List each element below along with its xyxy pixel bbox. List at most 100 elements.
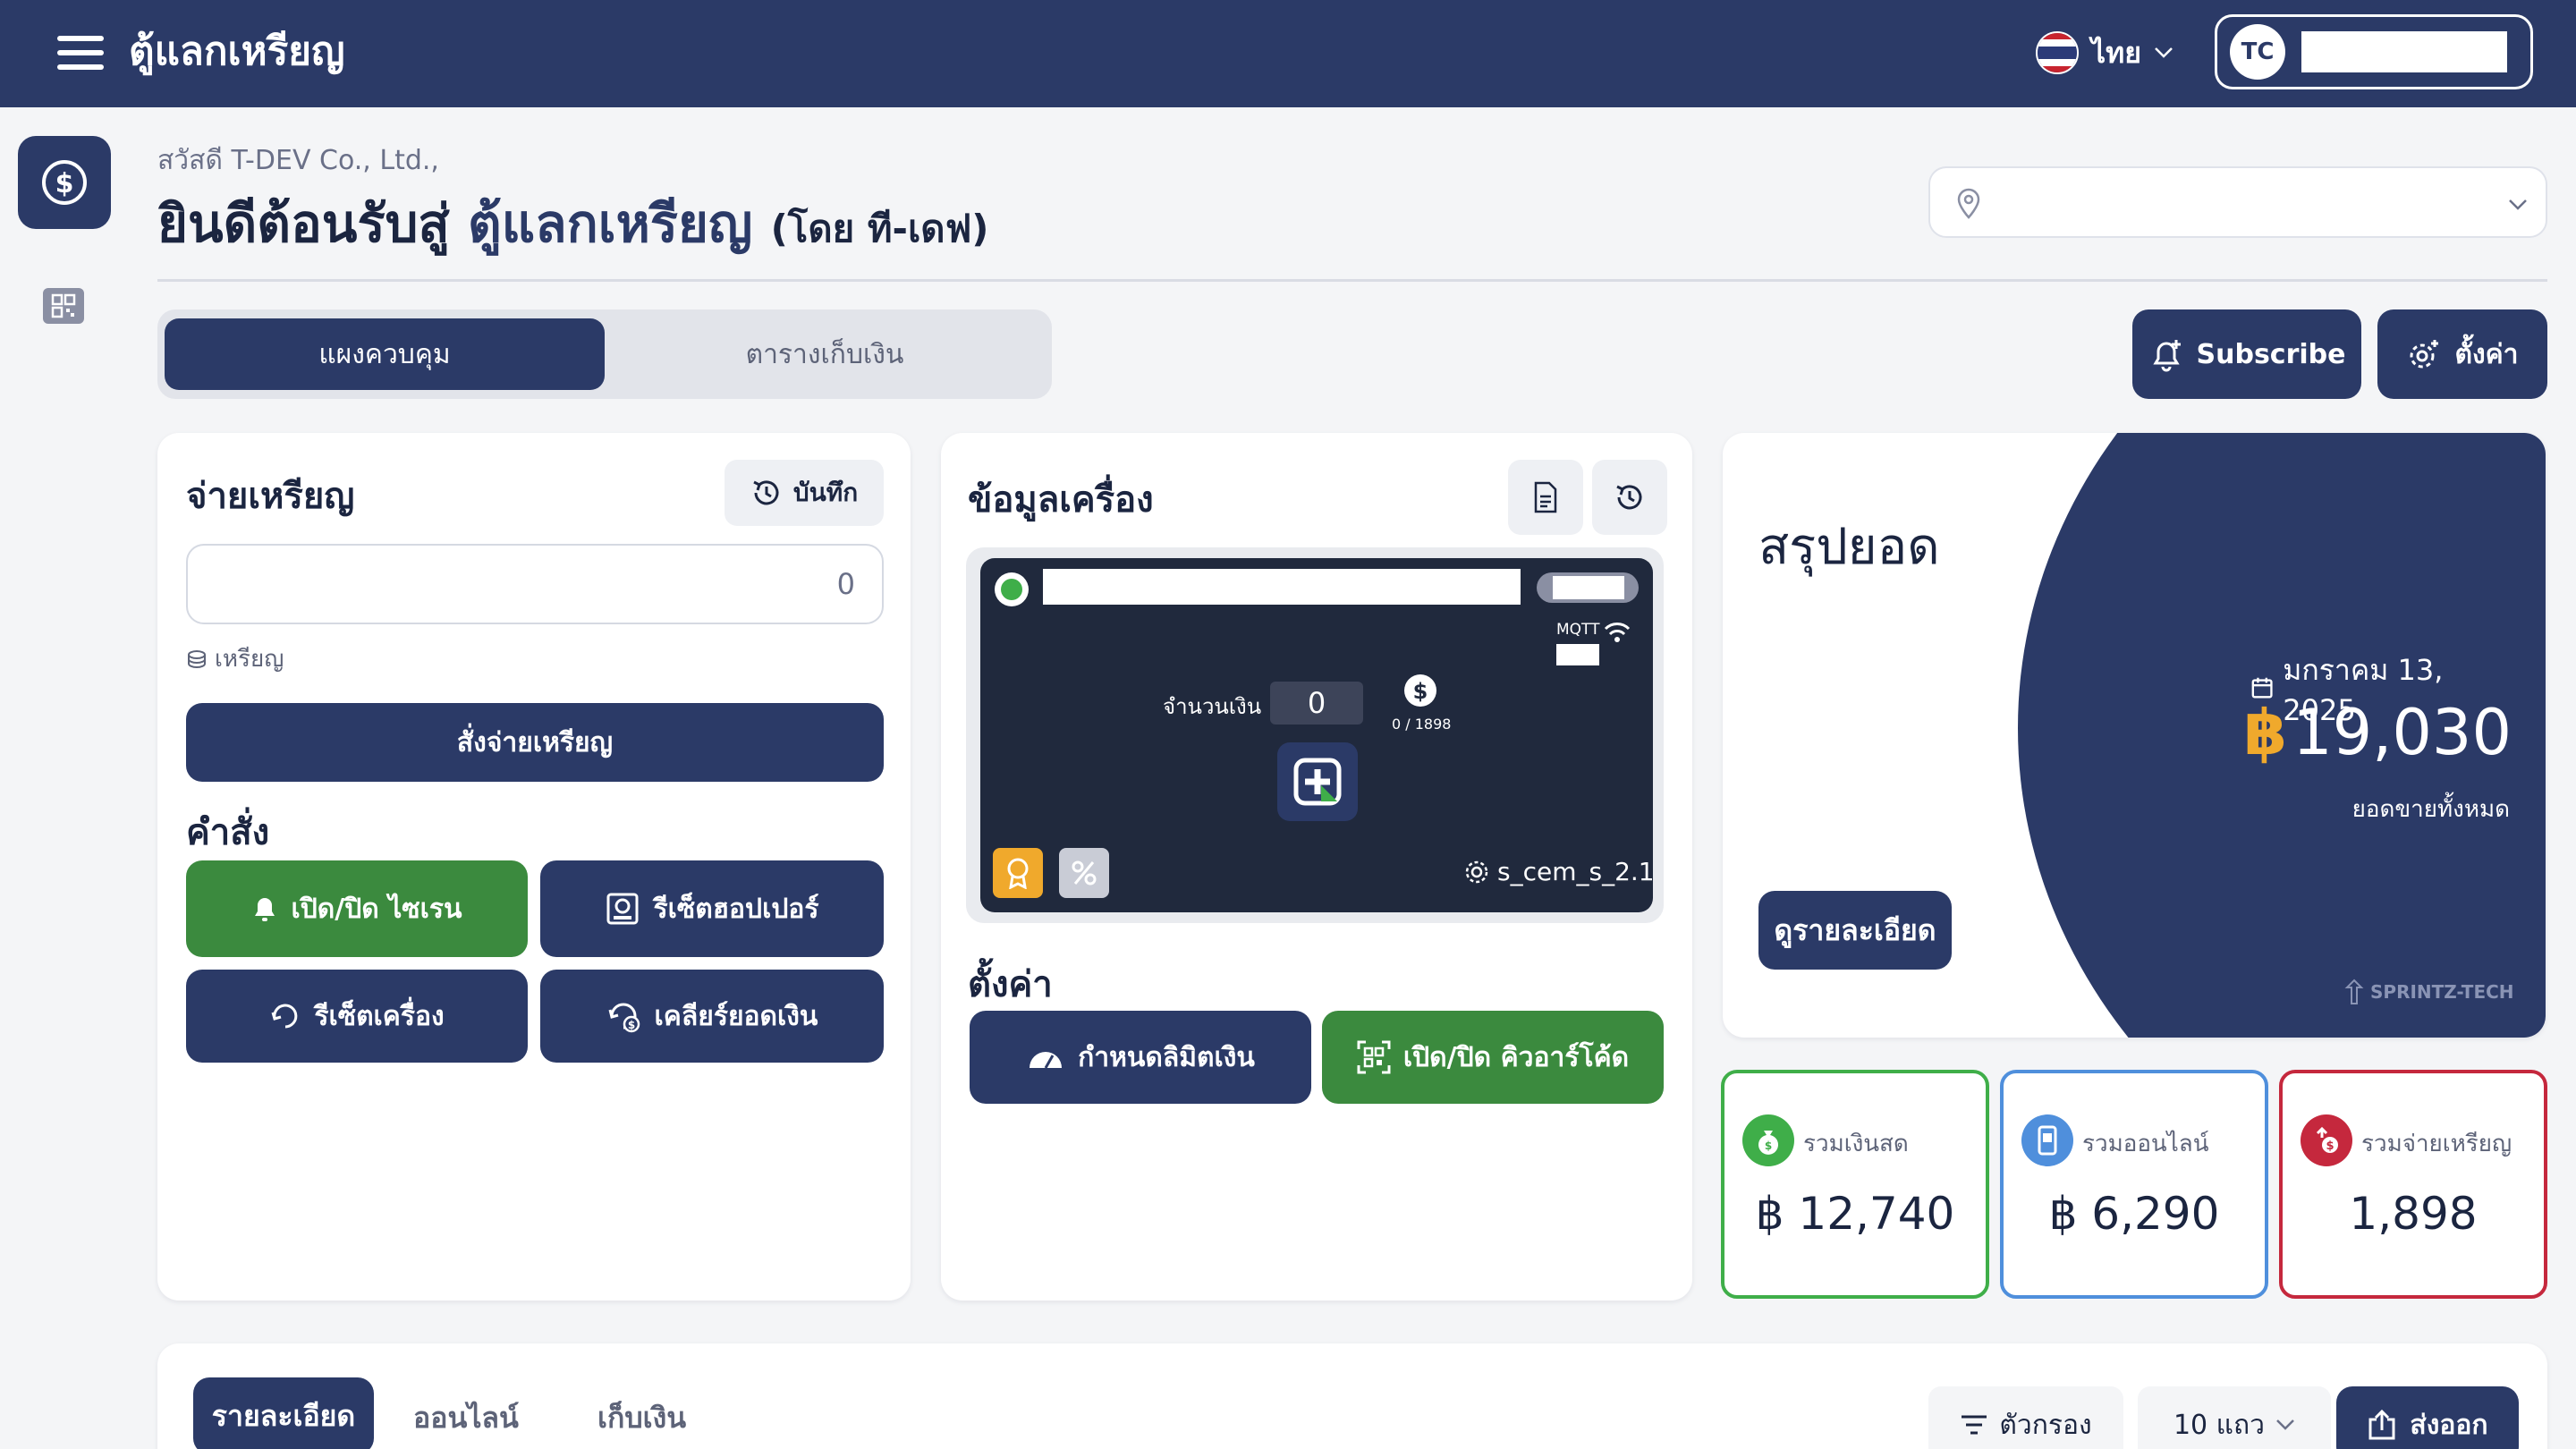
subscribe-label: Subscribe [2196,338,2346,370]
machine-name-redacted [1043,569,1521,605]
toggle-qr-button[interactable]: เปิด/ปิด คิวอาร์โค้ด [1322,1011,1664,1104]
total-sales: ฿ 19,030 [2147,696,2512,769]
view-details-label: ดูรายละเอียด [1774,912,1936,947]
svg-text:$: $ [2326,1140,2334,1153]
user-menu[interactable]: TC [2215,14,2533,89]
sidebar-item-qr[interactable] [43,288,84,324]
hopper-icon [606,893,639,925]
reset-icon [271,1004,298,1029]
subscribe-button[interactable]: Subscribe [2132,309,2361,399]
dispense-coin-label: สั่งจ่ายเหรียญ [456,726,614,758]
gauge-icon [1030,1052,1063,1069]
document-button[interactable] [1508,460,1583,535]
firmware-version: s_cem_s_2.1 [1463,857,1655,886]
filter-button[interactable]: ตัวกรอง [1928,1386,2123,1449]
thai-flag-icon [2036,31,2079,74]
rows-per-page-select[interactable]: 10 แถว [2138,1386,2331,1449]
dispense-coin-button[interactable]: สั่งจ่ายเหรียญ [186,703,884,782]
clear-money-icon: $ [608,1003,640,1033]
currency-symbol: ฿ [2243,696,2288,769]
summary-title: สรุปยอด [1758,518,1940,576]
tab-dashboard[interactable]: แผงควบคุม [165,318,605,390]
set-money-limit-label: กำหนดลิมิตเงิน [1078,1041,1255,1073]
welcome-brand: ตู้แลกเหรียญ [468,193,753,254]
clear-balance-button[interactable]: $ เคลียร์ยอดเงิน [540,970,884,1063]
sidebar-item-coin-exchange[interactable]: $ [18,136,111,229]
stat-cash-value: ฿ 12,740 [1755,1188,1955,1240]
reset-hopper-label: รีเซ็ตฮอปเปอร์ [653,893,819,925]
view-details-button[interactable]: ดูรายละเอียด [1758,891,1952,970]
coin-out-icon: $ [2301,1114,2352,1166]
top-bar [0,0,2576,107]
history-icon [753,480,779,505]
tab-collection[interactable]: เก็บเงิน [597,1395,686,1441]
location-select[interactable] [1928,166,2547,238]
stat-coin-dispensed: $ รวมจ่ายเหรียญ 1,898 [2279,1070,2547,1299]
user-name-redacted [2301,31,2507,72]
stat-cash-label: รวมเงินสด [1803,1131,1909,1157]
firmware-text: s_cem_s_2.1 [1497,857,1655,886]
chip-gear-icon [1465,860,1488,883]
stat-online-value: ฿ 6,290 [2048,1188,2220,1240]
amount-value: 0 [1270,682,1363,724]
award-badge[interactable] [993,848,1043,898]
stat-cash-total: $ รวมเงินสด ฿ 12,740 [1721,1070,1989,1299]
coin-dollar-icon: $ [1404,674,1436,707]
discount-badge[interactable] [1059,848,1109,898]
rows-per-page-value: 10 แถว [2173,1409,2266,1441]
welcome-suffix: (โดย ที-เดฟ) [770,207,989,250]
percent-icon [1072,860,1097,886]
history-log-button[interactable]: บันทึก [724,460,884,526]
machine-id-badge [1537,572,1639,603]
history-icon [1616,485,1642,510]
stat-coin-value: 1,898 [2349,1188,2478,1240]
export-button[interactable]: ส่งออก [2336,1386,2519,1449]
machine-logo [1277,742,1358,821]
set-money-limit-button[interactable]: กำหนดลิมิตเงิน [970,1011,1311,1104]
language-selector[interactable]: ไทย [2036,29,2174,77]
machine-settings-title: ตั้งค่า [968,964,1053,1005]
money-bag-icon: $ [1742,1114,1794,1166]
gear-icon [2410,340,2439,369]
tab-online[interactable]: ออนไลน์ [413,1395,519,1441]
toggle-qr-label: เปิด/ปิด คิวอาร์โค้ด [1402,1041,1630,1073]
total-sales-value: 19,030 [2292,696,2512,769]
sprintz-logo-icon [2344,979,2364,1004]
brand-watermark: SPRINTZ-TECH [2343,979,2514,1005]
medical-cross-logo-icon [1293,758,1342,806]
award-icon [1007,858,1029,889]
stat-coin-label: รวมจ่ายเหรียญ [2361,1131,2512,1157]
page-title: ยินดีต้อนรับสู่ ตู้แลกเหรียญ (โดย ที-เดฟ… [157,190,989,263]
reset-machine-button[interactable]: รีเซ็ตเครื่อง [186,970,528,1063]
toggle-siren-label: เปิด/ปิด ไซเรน [291,893,462,925]
toggle-siren-button[interactable]: เปิด/ปิด ไซเรน [186,860,528,957]
menu-icon[interactable] [57,36,104,70]
document-icon [1534,481,1557,513]
machine-history-button[interactable] [1592,460,1667,535]
svg-text:$: $ [1765,1140,1772,1152]
bell-plus-icon [2152,340,2181,372]
settings-button[interactable]: ตั้งค่า [2377,309,2547,399]
history-log-label: บันทึก [792,478,859,507]
machine-card-title: ข้อมูลเครื่อง [968,479,1154,521]
app-title: ตู้แลกเหรียญ [129,29,345,74]
header-divider [157,279,2547,282]
mqtt-label: MQTT [1556,621,1600,639]
share-export-icon [2368,1409,2395,1440]
coin-amount-input[interactable]: 0 [186,544,884,624]
tab-details[interactable]: รายละเอียด [193,1377,374,1449]
reset-hopper-button[interactable]: รีเซ็ตฮอปเปอร์ [540,860,884,957]
location-pin-icon [1957,188,1980,219]
language-label: ไทย [2091,35,2141,70]
avatar: TC [2230,24,2285,80]
svg-text:$: $ [627,1019,634,1031]
amount-label: จำนวนเงิน [1163,694,1262,719]
filter-label: ตัวกรอง [1999,1409,2092,1441]
tab-collection-table[interactable]: ตารางเก็บเงิน [605,318,1045,390]
mobile-payment-icon [2021,1114,2073,1166]
greeting-text: สวัสดี T-DEV Co., Ltd., [157,145,439,176]
settings-label: ตั้งค่า [2454,338,2519,370]
coin-unit-text: เหรียญ [215,646,284,673]
total-sales-label: ยอดขายทั้งหมด [2351,796,2510,823]
chevron-down-icon [2276,1419,2294,1430]
